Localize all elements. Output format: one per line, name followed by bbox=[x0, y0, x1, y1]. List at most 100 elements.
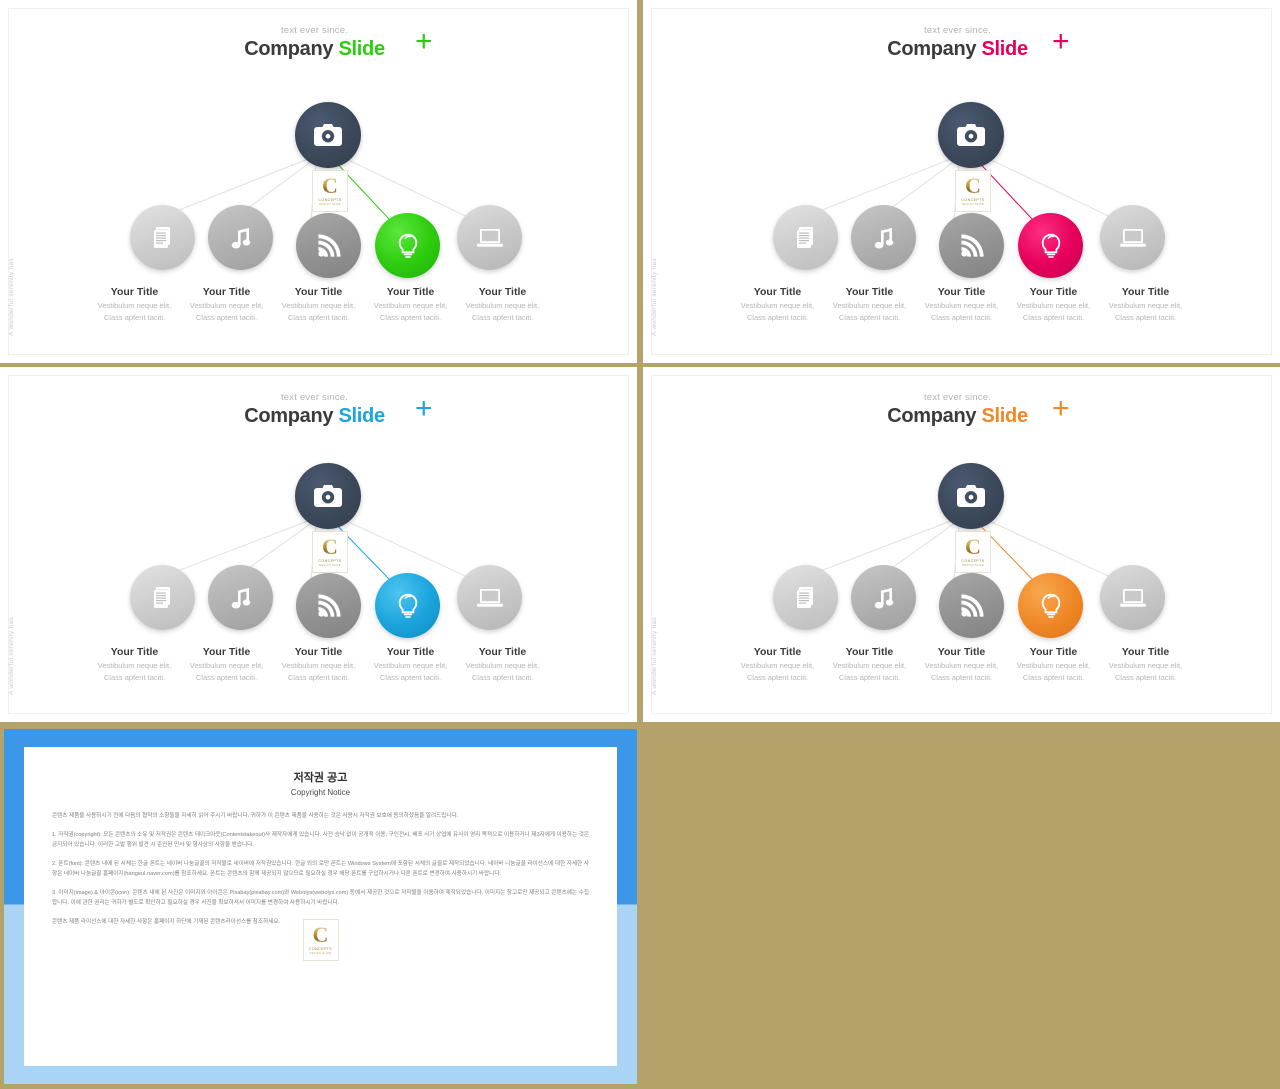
caption-title: Your Title bbox=[753, 646, 802, 658]
node-captions: Your Title Vestibulum neque elit, Class … bbox=[9, 285, 628, 323]
camera-icon bbox=[314, 485, 342, 507]
node-caption: Your Title Vestibulum neque elit, Class … bbox=[916, 645, 1008, 683]
leaf-node-laptop[interactable] bbox=[1100, 205, 1165, 270]
caption-desc-1: Vestibulum neque elit, bbox=[832, 301, 907, 310]
node-caption: Your Title Vestibulum neque elit, Class … bbox=[824, 285, 916, 323]
caption-desc-2: Class aptent taciti. bbox=[287, 673, 350, 682]
caption-desc-1: Vestibulum neque elit, bbox=[1108, 301, 1183, 310]
leaf-node-music[interactable] bbox=[208, 205, 273, 270]
caption-title: Your Title bbox=[1121, 646, 1170, 658]
caption-title: Your Title bbox=[386, 646, 435, 658]
caption-desc-2: Class aptent taciti. bbox=[379, 673, 442, 682]
caption-desc-1: Vestibulum neque elit, bbox=[924, 301, 999, 310]
rss-signal-icon bbox=[317, 233, 341, 257]
caption-desc-2: Class aptent taciti. bbox=[746, 673, 809, 682]
leaf-node-documents[interactable] bbox=[130, 205, 195, 270]
leaf-node-rss[interactable] bbox=[939, 213, 1004, 278]
watermark-letter: C bbox=[965, 534, 981, 559]
documents-icon bbox=[796, 226, 813, 248]
leaf-node-documents[interactable] bbox=[130, 565, 195, 630]
node-caption: Your Title Vestibulum neque elit, Class … bbox=[457, 285, 549, 323]
caption-title: Your Title bbox=[1121, 286, 1170, 298]
leaf-node-rss[interactable] bbox=[296, 573, 361, 638]
caption-title: Your Title bbox=[937, 646, 986, 658]
node-captions: Your Title Vestibulum neque elit, Class … bbox=[652, 645, 1271, 683]
leaf-node-music[interactable] bbox=[208, 565, 273, 630]
slide-inner-orange: text ever since. Company Slide + A wonde… bbox=[651, 375, 1272, 714]
copyright-section-2: 2. 폰트(font): 콘텐츠 내에 된 서체는 한글 폰트는 네이버 나눔글… bbox=[52, 861, 589, 877]
center-node-camera[interactable] bbox=[938, 463, 1004, 529]
watermark-line2: DESIGN SLIDE bbox=[962, 203, 984, 206]
leaf-node-music[interactable] bbox=[851, 565, 916, 630]
node-caption: Your Title Vestibulum neque elit, Class … bbox=[1008, 285, 1100, 323]
laptop-icon bbox=[476, 588, 503, 607]
watermark-letter: C bbox=[965, 173, 981, 198]
music-note-icon bbox=[874, 227, 893, 248]
caption-desc-1: Vestibulum neque elit, bbox=[97, 301, 172, 310]
caption-desc-2: Class aptent taciti. bbox=[930, 673, 993, 682]
caption-desc-2: Class aptent taciti. bbox=[838, 313, 901, 322]
center-node-camera[interactable] bbox=[295, 102, 361, 168]
caption-title: Your Title bbox=[478, 286, 527, 298]
node-captions: Your Title Vestibulum neque elit, Class … bbox=[9, 645, 628, 683]
caption-desc-2: Class aptent taciti. bbox=[103, 673, 166, 682]
node-caption: Your Title Vestibulum neque elit, Class … bbox=[89, 645, 181, 683]
documents-icon bbox=[153, 586, 170, 608]
camera-icon bbox=[314, 124, 342, 146]
leaf-node-documents[interactable] bbox=[773, 565, 838, 630]
copyright-section-3: 3. 이미지(image) & 아이콘(icon): 콘텐츠 내에 된 사진은 … bbox=[52, 890, 589, 906]
music-note-icon bbox=[231, 587, 250, 608]
lightbulb-icon bbox=[398, 233, 417, 258]
lightbulb-icon bbox=[1041, 593, 1060, 618]
watermark-line1: CONCEPTS bbox=[318, 559, 342, 563]
slide-panel-pink[interactable]: text ever since. Company Slide + A wonde… bbox=[643, 0, 1280, 363]
node-caption: Your Title Vestibulum neque elit, Class … bbox=[824, 645, 916, 683]
laptop-icon bbox=[476, 228, 503, 247]
watermark-letter: C bbox=[322, 173, 338, 198]
copyright-sheet: 저작권 공고 Copyright Notice 콘텐츠 제품을 사용하시기 전에… bbox=[24, 747, 617, 1066]
watermark-line1: CONCEPTS bbox=[961, 198, 985, 202]
center-node-camera[interactable] bbox=[295, 463, 361, 529]
lightbulb-icon bbox=[1041, 233, 1060, 258]
leaf-node-lightbulb-highlighted[interactable] bbox=[375, 213, 440, 278]
caption-desc-1: Vestibulum neque elit, bbox=[465, 301, 540, 310]
slide-panel-orange[interactable]: text ever since. Company Slide + A wonde… bbox=[643, 367, 1280, 722]
leaf-node-rss[interactable] bbox=[296, 213, 361, 278]
caption-desc-1: Vestibulum neque elit, bbox=[373, 301, 448, 310]
camera-icon bbox=[957, 124, 985, 146]
caption-desc-1: Vestibulum neque elit, bbox=[924, 661, 999, 670]
node-caption: Your Title Vestibulum neque elit, Class … bbox=[365, 645, 457, 683]
node-captions: Your Title Vestibulum neque elit, Class … bbox=[652, 285, 1271, 323]
caption-desc-2: Class aptent taciti. bbox=[287, 313, 350, 322]
leaf-node-laptop[interactable] bbox=[457, 205, 522, 270]
watermark-line2: DESIGN SLIDE bbox=[309, 952, 332, 955]
leaf-node-rss[interactable] bbox=[939, 573, 1004, 638]
leaf-node-lightbulb-highlighted[interactable] bbox=[1018, 213, 1083, 278]
copyright-section-1: 1. 저작권(copyright): 모든 콘텐츠의 소유 및 저작권은 콘텐츠… bbox=[52, 832, 589, 848]
hierarchy-diagram: C CONCEPTS DESIGN SLIDE Your Title Vesti… bbox=[652, 376, 1271, 713]
leaf-node-laptop[interactable] bbox=[1100, 565, 1165, 630]
watermark-logo: C CONCEPTS DESIGN SLIDE bbox=[955, 170, 991, 212]
center-node-camera[interactable] bbox=[938, 102, 1004, 168]
caption-desc-1: Vestibulum neque elit, bbox=[832, 661, 907, 670]
caption-desc-2: Class aptent taciti. bbox=[471, 313, 534, 322]
hierarchy-diagram: C CONCEPTS DESIGN SLIDE Your Title Vesti… bbox=[652, 9, 1271, 354]
watermark-letter: C bbox=[322, 534, 338, 559]
slide-panel-green[interactable]: text ever since. Company Slide + A wonde… bbox=[0, 0, 637, 363]
node-caption: Your Title Vestibulum neque elit, Class … bbox=[181, 285, 273, 323]
leaf-node-lightbulb-highlighted[interactable] bbox=[1018, 573, 1083, 638]
leaf-node-laptop[interactable] bbox=[457, 565, 522, 630]
leaf-node-music[interactable] bbox=[851, 205, 916, 270]
slide-panel-blue[interactable]: text ever since. Company Slide + A wonde… bbox=[0, 367, 637, 722]
watermark-logo: C CONCEPTS DESIGN SLIDE bbox=[955, 531, 991, 573]
node-caption: Your Title Vestibulum neque elit, Class … bbox=[1100, 285, 1192, 323]
node-caption: Your Title Vestibulum neque elit, Class … bbox=[1008, 645, 1100, 683]
leaf-node-documents[interactable] bbox=[773, 205, 838, 270]
copyright-notice-panel[interactable]: 저작권 공고 Copyright Notice 콘텐츠 제품을 사용하시기 전에… bbox=[4, 729, 637, 1084]
caption-title: Your Title bbox=[110, 646, 159, 658]
caption-title: Your Title bbox=[753, 286, 802, 298]
caption-desc-2: Class aptent taciti. bbox=[1114, 313, 1177, 322]
caption-title: Your Title bbox=[937, 286, 986, 298]
slide-inner-blue: text ever since. Company Slide + A wonde… bbox=[8, 375, 629, 714]
leaf-node-lightbulb-highlighted[interactable] bbox=[375, 573, 440, 638]
